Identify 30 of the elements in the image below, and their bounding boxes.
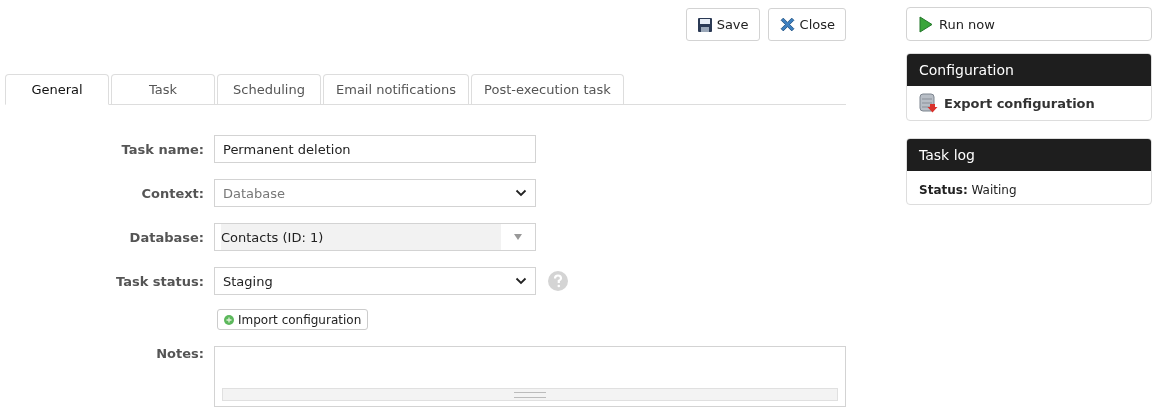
close-button[interactable]: Close bbox=[767, 8, 846, 41]
tab[interactable]: Email notifications bbox=[323, 74, 470, 104]
tab[interactable]: Scheduling bbox=[217, 74, 321, 104]
chevron-down-icon bbox=[515, 189, 527, 197]
field-label: Notes: bbox=[155, 346, 204, 361]
field-label: Database: bbox=[128, 229, 204, 245]
notes-field[interactable] bbox=[214, 346, 846, 407]
save-button[interactable]: Save bbox=[685, 8, 760, 41]
scrollbar[interactable] bbox=[222, 388, 838, 401]
export-configuration-link[interactable]: Export configuration bbox=[919, 93, 1095, 113]
status-text: Status: Waiting bbox=[919, 183, 1017, 197]
tab[interactable]: Post-execution task bbox=[471, 74, 624, 104]
play-icon bbox=[919, 15, 933, 33]
triangle-down-icon bbox=[514, 234, 522, 240]
close-icon bbox=[778, 16, 796, 33]
database-export-icon bbox=[919, 93, 938, 113]
plus-circle-icon bbox=[224, 314, 234, 325]
tab[interactable]: General bbox=[5, 74, 109, 105]
help-icon[interactable] bbox=[548, 271, 568, 291]
import-configuration-button[interactable]: Import configuration bbox=[217, 309, 369, 330]
field-label: Context: bbox=[140, 185, 204, 201]
task-name-field[interactable]: Permanent deletion bbox=[214, 135, 536, 163]
field-label: Task name: bbox=[120, 141, 204, 157]
panel-title: Task log bbox=[907, 139, 1151, 171]
field-label: Task status: bbox=[115, 273, 204, 289]
tab[interactable]: Task bbox=[111, 74, 215, 104]
chevron-down-icon bbox=[515, 277, 527, 285]
panel-title: Configuration bbox=[907, 54, 1151, 86]
run-now-button[interactable]: Run now bbox=[906, 7, 1152, 41]
dropdown-field[interactable]: Staging bbox=[214, 267, 536, 295]
